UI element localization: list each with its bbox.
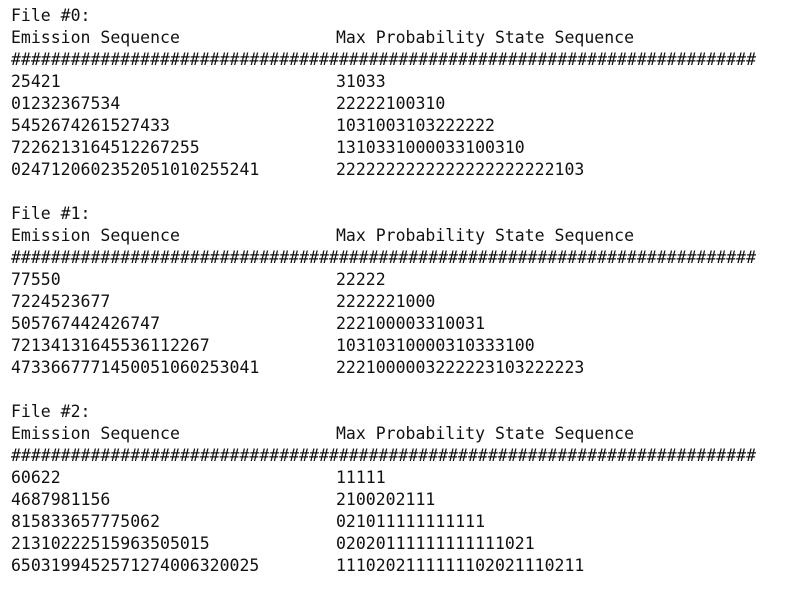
state-sequence: 02020111111111111021 <box>336 534 535 553</box>
sequence-row: 505767442426747 222100003310031 <box>11 313 791 335</box>
sequence-row: 72134131645536112267 10310310000310333100 <box>11 335 791 357</box>
state-sequence: 1110202111111102021110211 <box>336 556 585 575</box>
terminal-output: File #0: Emission Sequence Max Probability… <box>11 5 791 599</box>
state-sequence: 2222221000 <box>336 292 436 311</box>
state-sequence: 2222222222222222222222103 <box>336 160 585 179</box>
state-sequence: 31033 <box>336 72 386 91</box>
sequence-row: 7226213164512267255 1310331000033100310 <box>11 137 791 159</box>
sequence-row: 25421 31033 <box>11 71 791 93</box>
header-row: Emission Sequence Max Probability State S… <box>11 225 791 247</box>
emission-sequence: 72134131645536112267 <box>11 336 210 355</box>
state-sequence: 2100202111 <box>336 490 436 509</box>
file-block: File #2: Emission Sequence Max Probability… <box>11 401 791 577</box>
sequence-row: 01232367534 22222100310 <box>11 93 791 115</box>
emission-sequence: 4687981156 <box>11 490 111 509</box>
separator-line: ########################################… <box>11 248 757 267</box>
separator-line: ########################################… <box>11 50 757 69</box>
header-state: Max Probability State Sequence <box>336 28 635 47</box>
emission-sequence: 77550 <box>11 270 61 289</box>
sequence-row: 7224523677 2222221000 <box>11 291 791 313</box>
sequence-row: 60622 11111 <box>11 467 791 489</box>
sequence-row: 77550 22222 <box>11 269 791 291</box>
header-state: Max Probability State Sequence <box>336 226 635 245</box>
header-emission: Emission Sequence <box>11 424 180 443</box>
emission-sequence: 21310222515963505015 <box>11 534 210 553</box>
emission-sequence: 0247120602352051010255241 <box>11 160 260 179</box>
header-row: Emission Sequence Max Probability State S… <box>11 423 791 445</box>
file-title: File #2: <box>11 402 91 421</box>
file-block: File #1: Emission Sequence Max Probability… <box>11 203 791 379</box>
state-sequence: 22222 <box>336 270 386 289</box>
state-sequence: 11111 <box>336 468 386 487</box>
emission-sequence: 6503199452571274006320025 <box>11 556 260 575</box>
state-sequence: 10310310000310333100 <box>336 336 535 355</box>
sequence-row: 4687981156 2100202111 <box>11 489 791 511</box>
emission-sequence: 7224523677 <box>11 292 111 311</box>
sequence-row: 815833657775062 021011111111111 <box>11 511 791 533</box>
file-block: File #0: Emission Sequence Max Probability… <box>11 5 791 181</box>
emission-sequence: 25421 <box>11 72 61 91</box>
header-emission: Emission Sequence <box>11 226 180 245</box>
header-row: Emission Sequence Max Probability State S… <box>11 27 791 49</box>
file-title: File #1: <box>11 204 91 223</box>
emission-sequence: 4733667771450051060253041 <box>11 358 260 377</box>
sequence-row: 0247120602352051010255241 222222222222222… <box>11 159 791 181</box>
file-title: File #0: <box>11 6 91 25</box>
sequence-row: 4733667771450051060253041 222100000322222… <box>11 357 791 379</box>
state-sequence: 22222100310 <box>336 94 446 113</box>
state-sequence: 2221000003222223103222223 <box>336 358 585 377</box>
header-emission: Emission Sequence <box>11 28 180 47</box>
sequence-row: 6503199452571274006320025 111020211111110… <box>11 555 791 577</box>
emission-sequence: 7226213164512267255 <box>11 138 200 157</box>
sequence-row: 21310222515963505015 02020111111111111021 <box>11 533 791 555</box>
state-sequence: 1031003103222222 <box>336 116 495 135</box>
state-sequence: 222100003310031 <box>336 314 486 333</box>
sequence-row: 5452674261527433 1031003103222222 <box>11 115 791 137</box>
emission-sequence: 60622 <box>11 468 61 487</box>
emission-sequence: 505767442426747 <box>11 314 161 333</box>
state-sequence: 1310331000033100310 <box>336 138 525 157</box>
emission-sequence: 815833657775062 <box>11 512 161 531</box>
emission-sequence: 01232367534 <box>11 94 121 113</box>
state-sequence: 021011111111111 <box>336 512 486 531</box>
header-state: Max Probability State Sequence <box>336 424 635 443</box>
emission-sequence: 5452674261527433 <box>11 116 170 135</box>
separator-line: ########################################… <box>11 446 757 465</box>
